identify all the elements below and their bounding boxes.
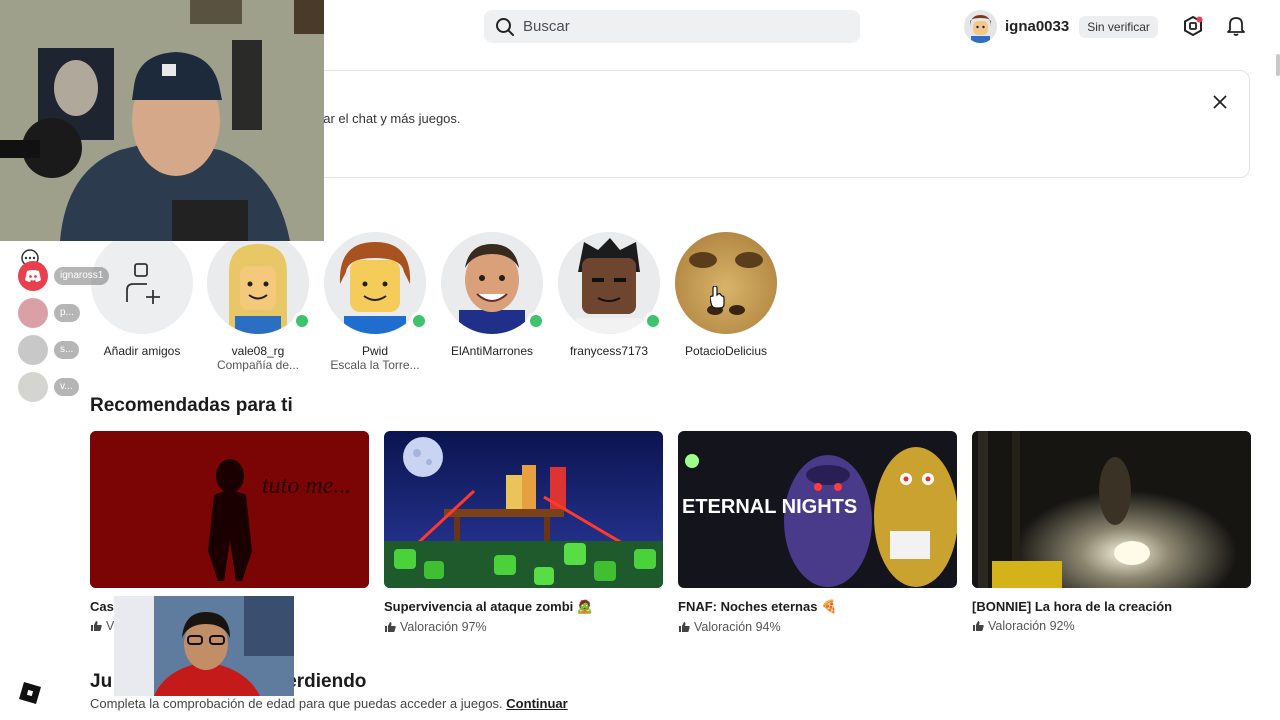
robux-icon[interactable] xyxy=(1182,15,1204,37)
game-card[interactable]: Supervivencia al ataque zombi 🧟 Valoraci… xyxy=(384,431,663,634)
discord-voice-overlay: ignaross1 p... s... v... xyxy=(18,248,138,408)
close-icon[interactable] xyxy=(1211,93,1229,111)
online-indicator xyxy=(527,312,545,330)
game-card[interactable]: ETERNAL NIGHTS FNAF: Noches eternas 🍕 Va… xyxy=(678,431,957,634)
friend-item[interactable]: vale08_rg Compañía de... xyxy=(198,232,318,372)
notifications-icon[interactable] xyxy=(1225,15,1247,37)
game-thumbnail[interactable]: ETERNAL NIGHTS xyxy=(678,431,957,588)
game-rating: Valoración 97% xyxy=(384,620,663,634)
game-card[interactable]: [BONNIE] La hora de la creación Valoraci… xyxy=(972,431,1251,633)
voice-avatar xyxy=(18,298,48,328)
username[interactable]: igna0033 xyxy=(1005,18,1069,35)
game-rating: Valoración 92% xyxy=(972,619,1251,633)
voice-user: v... xyxy=(18,372,79,402)
verify-badge[interactable]: Sin verificar xyxy=(1079,15,1158,38)
friend-item[interactable]: ElAntiMarrones xyxy=(432,232,552,358)
search-bar[interactable]: Buscar xyxy=(484,10,860,43)
game-title: Supervivencia al ataque zombi 🧟 xyxy=(384,599,594,614)
friend-avatar[interactable] xyxy=(675,232,777,334)
friend-item[interactable]: Pwid Escala la Torre... xyxy=(315,232,435,372)
game-thumbnail[interactable] xyxy=(384,431,663,588)
friend-name: PotacioDelicius xyxy=(684,344,768,358)
thumb-text: ETERNAL NIGHTS xyxy=(682,496,857,518)
age-check-text: Completa la comprobación de edad para qu… xyxy=(90,696,568,711)
friend-name: Pwid xyxy=(361,344,388,358)
search-placeholder: Buscar xyxy=(523,18,570,35)
avatar[interactable] xyxy=(964,10,997,43)
friend-item[interactable]: PotacioDelicius xyxy=(666,232,786,358)
continue-link[interactable]: Continuar xyxy=(506,696,567,711)
voice-username: ignaross1 xyxy=(54,267,110,285)
friend-status: Compañía de... xyxy=(216,358,300,372)
cursor-icon xyxy=(710,286,725,309)
thumbs-up-icon xyxy=(91,621,102,631)
age-check-message: Completa la comprobación de edad para qu… xyxy=(90,696,503,711)
friend-item[interactable]: franycess7173 xyxy=(549,232,669,358)
voice-username: p... xyxy=(54,304,80,322)
rating-text: Valoración 92% xyxy=(988,619,1075,633)
thumbs-up-icon xyxy=(679,622,690,632)
voice-username: s... xyxy=(54,341,80,359)
banner-text: ear el chat y más juegos. xyxy=(316,111,461,126)
voice-user: ignaross1 xyxy=(18,261,110,291)
voice-username: v... xyxy=(54,378,79,396)
friend-name: vale08_rg xyxy=(231,344,285,358)
section-title-right: erdiendo xyxy=(286,671,367,692)
friend-status: Escala la Torre... xyxy=(330,358,420,372)
discord-icon xyxy=(18,261,48,291)
game-title: [BONNIE] La hora de la creación xyxy=(972,599,1173,614)
online-indicator xyxy=(410,312,428,330)
verification-banner: ear el chat y más juegos. xyxy=(290,70,1250,178)
voice-user: p... xyxy=(18,298,80,328)
rating-text: Valoración 97% xyxy=(400,620,487,634)
online-indicator xyxy=(293,312,311,330)
roblox-logo-icon[interactable] xyxy=(18,681,42,705)
webcam-overlay xyxy=(0,0,324,241)
webcam-overlay-small xyxy=(114,596,294,696)
voice-avatar xyxy=(18,372,48,402)
game-thumbnail[interactable]: tuto me... xyxy=(90,431,369,588)
user-menu[interactable]: igna0033 Sin verificar xyxy=(964,10,1158,43)
section-title-left: Ju xyxy=(90,671,113,692)
game-thumbnail[interactable] xyxy=(972,431,1251,588)
voice-user: s... xyxy=(18,335,80,365)
rating-text: Valoración 94% xyxy=(694,620,781,634)
friend-name: ElAntiMarrones xyxy=(450,344,534,358)
thumb-text: tuto me... xyxy=(262,473,351,499)
friend-name: franycess7173 xyxy=(569,344,649,358)
voice-avatar xyxy=(18,335,48,365)
game-title: FNAF: Noches eternas 🍕 xyxy=(678,599,838,614)
online-indicator xyxy=(644,312,662,330)
scrollbar[interactable] xyxy=(1276,54,1280,76)
game-rating: Valoración 94% xyxy=(678,620,957,634)
search-icon xyxy=(494,16,516,38)
thumbs-up-icon xyxy=(385,622,396,632)
thumbs-up-icon xyxy=(973,621,984,631)
